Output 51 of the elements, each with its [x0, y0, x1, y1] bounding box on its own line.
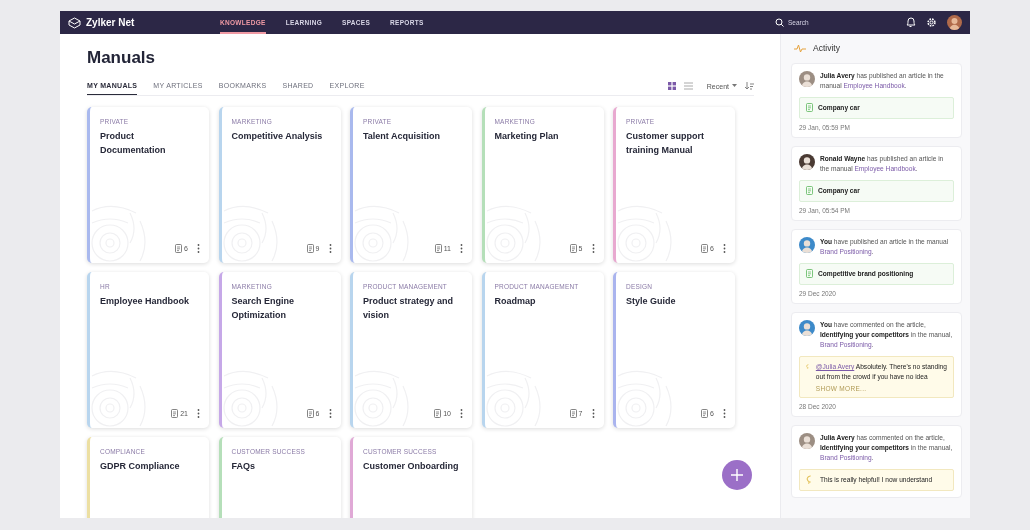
manual-title: Talent Acquisition: [363, 130, 441, 143]
user-avatar[interactable]: [947, 15, 962, 30]
document-icon: [806, 186, 813, 195]
more-options-icon[interactable]: [197, 409, 200, 418]
manual-title: Marketing Plan: [494, 130, 560, 143]
grid-view-icon[interactable]: [667, 82, 676, 90]
document-icon: [701, 409, 709, 418]
brand-name: Zylker Net: [86, 17, 135, 28]
add-button[interactable]: [722, 460, 752, 490]
more-options-icon[interactable]: [460, 244, 463, 253]
notification-icon[interactable]: [905, 17, 916, 28]
manual-title: Customer Onboarding: [363, 460, 460, 473]
manual-title: Style Guide: [626, 295, 677, 308]
search-icon: [775, 18, 784, 27]
document-icon: [806, 103, 813, 112]
manual-title: Product strategy and vision: [363, 295, 455, 322]
pulse-icon: [794, 43, 806, 53]
more-options-icon[interactable]: [723, 409, 726, 418]
document-icon: [569, 244, 577, 253]
page-title: Manuals: [87, 48, 157, 68]
document-icon: [434, 244, 442, 253]
manual-title: Roadmap: [494, 295, 537, 308]
more-options-icon[interactable]: [591, 244, 595, 253]
manual-title: GDPR Compliance: [100, 460, 181, 473]
more-options-icon[interactable]: [197, 244, 200, 253]
document-icon: [175, 244, 183, 253]
manual-title: Product Documentation: [100, 130, 167, 157]
activity-title: Activity: [813, 43, 840, 53]
plus-icon: [730, 468, 744, 482]
more-options-icon[interactable]: [328, 244, 332, 253]
manual-title: Search Engine Optimization: [231, 295, 296, 322]
manual-title: Customer support training Manual: [626, 130, 705, 157]
settings-icon[interactable]: [926, 17, 937, 28]
manual-title: FAQs: [231, 460, 256, 473]
manual-title: Employee Handbook: [100, 295, 190, 308]
logo-icon: [68, 16, 81, 29]
document-icon: [806, 269, 813, 278]
caret-icon: [732, 84, 737, 88]
more-options-icon[interactable]: [328, 409, 332, 418]
document-icon: [306, 409, 314, 418]
more-options-icon[interactable]: [591, 409, 595, 418]
document-icon: [569, 409, 577, 418]
document-icon: [434, 409, 442, 418]
sort-order-icon[interactable]: [745, 82, 754, 90]
document-icon: [701, 244, 709, 253]
more-options-icon[interactable]: [460, 409, 463, 418]
more-options-icon[interactable]: [723, 244, 726, 253]
document-icon: [306, 244, 314, 253]
comment-icon: [806, 362, 811, 371]
manual-title: Competitive Analysis: [231, 130, 324, 143]
document-icon: [171, 409, 179, 418]
